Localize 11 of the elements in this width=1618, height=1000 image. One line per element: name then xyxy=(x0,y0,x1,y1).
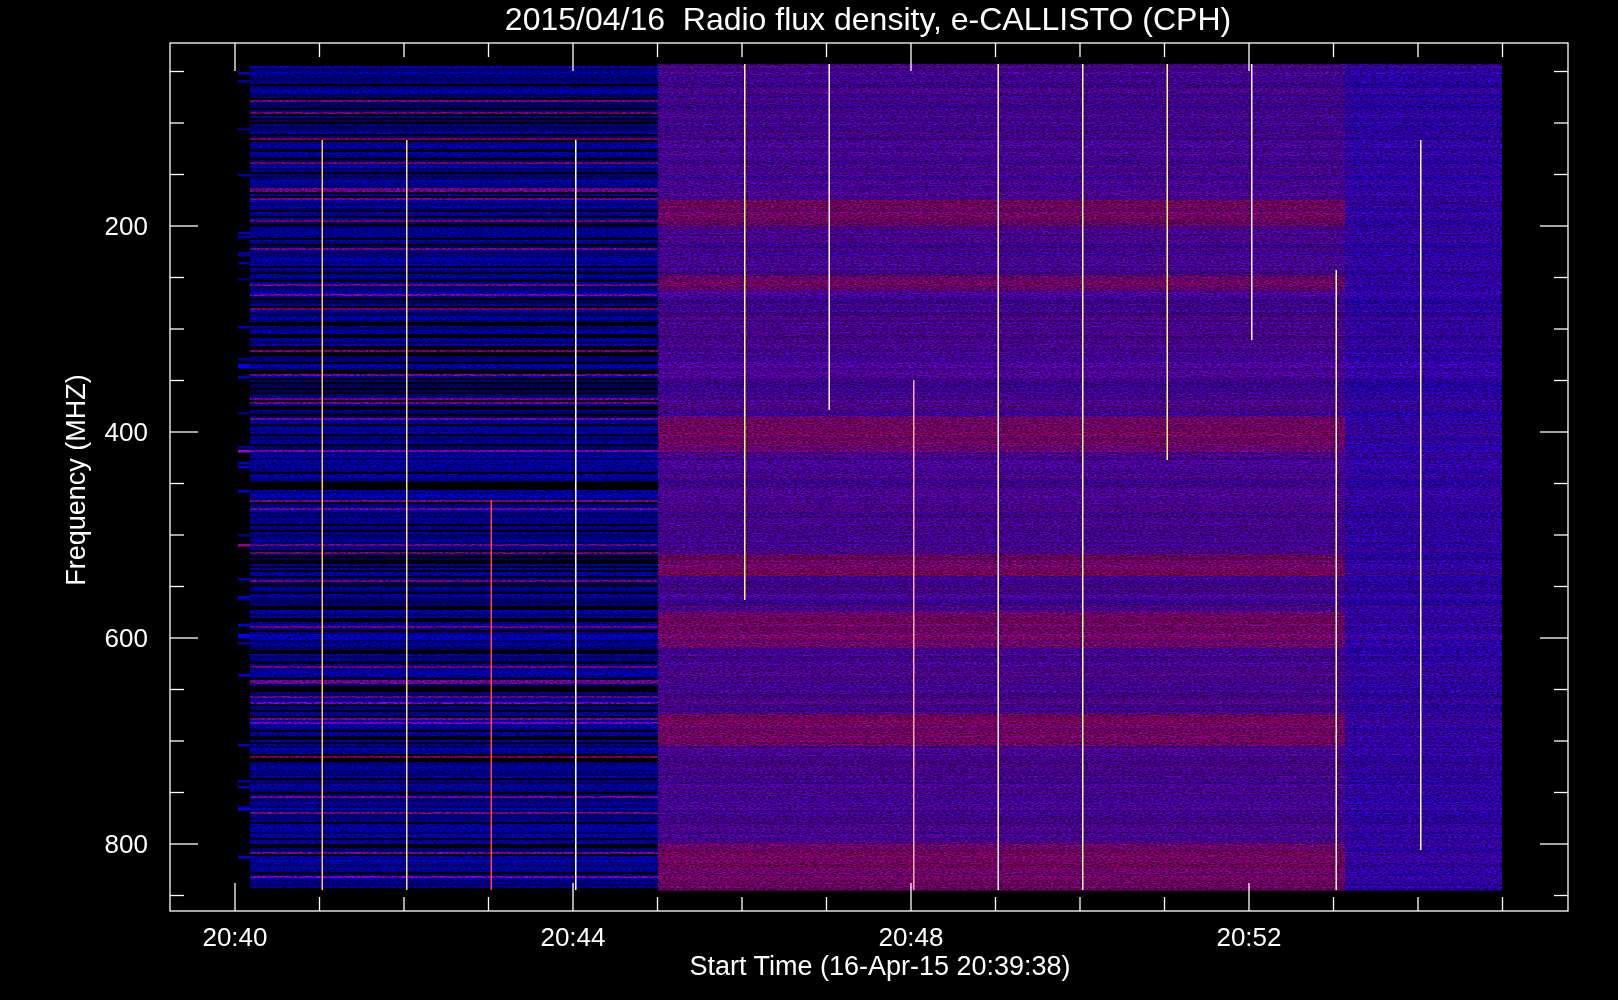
tick-label: 200 xyxy=(104,211,148,241)
tick-label: 800 xyxy=(104,829,148,859)
tick-label: 600 xyxy=(104,623,148,653)
tick-label: 20:48 xyxy=(878,922,944,952)
tick-label: 20:44 xyxy=(540,922,606,952)
chart-title: 2015/04/16 Radio flux density, e-CALLISTO (CPH) xyxy=(504,1,1232,37)
tick-label: 400 xyxy=(104,417,148,447)
tick-label: 20:52 xyxy=(1216,922,1282,952)
tick-label: 20:40 xyxy=(202,922,268,952)
axis-label: Start Time (16-Apr-15 20:39:38) xyxy=(689,951,1071,981)
axis-label: Frequency (MHZ) xyxy=(61,374,91,586)
